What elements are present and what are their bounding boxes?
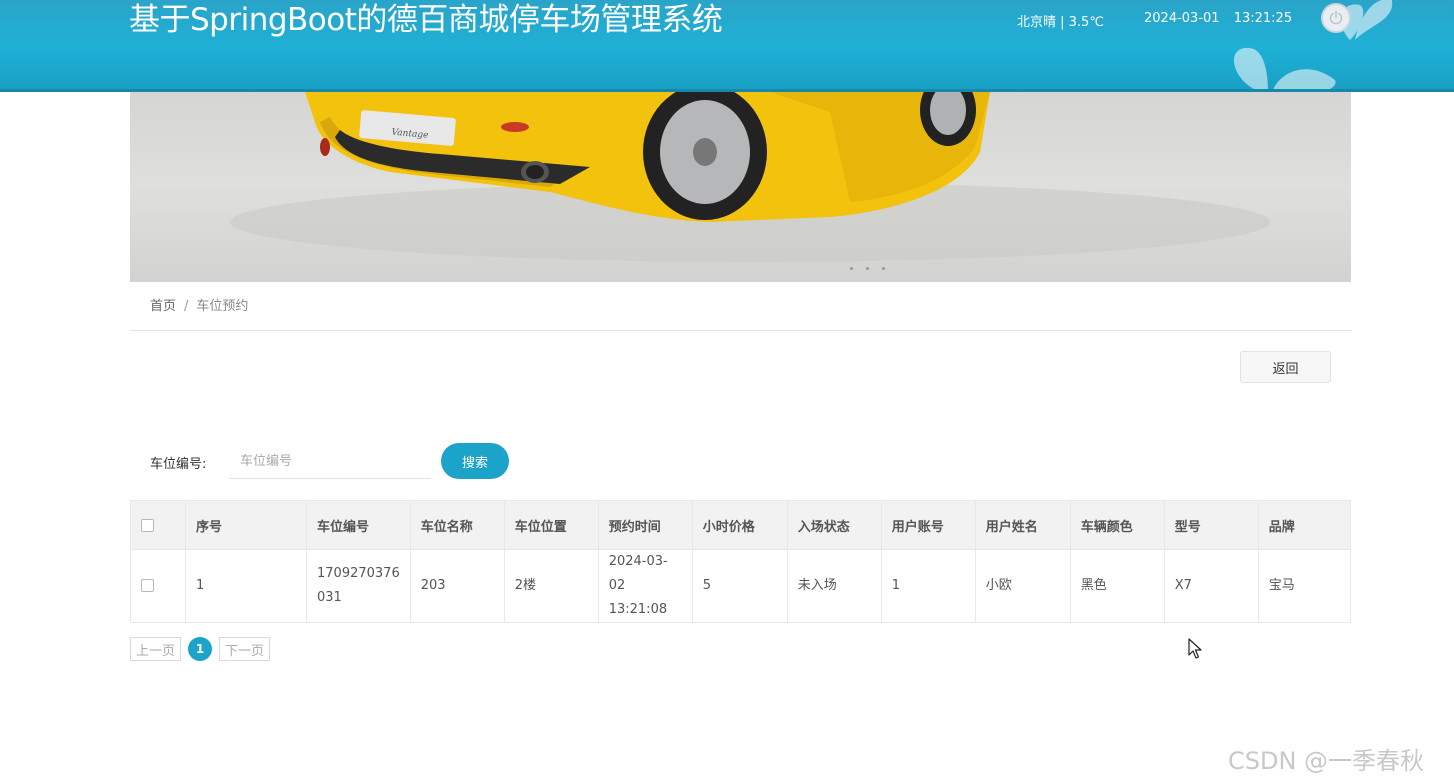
column-header: 品牌 bbox=[1257, 500, 1352, 550]
column-header: 车位位置 bbox=[503, 500, 599, 550]
carousel-dot[interactable] bbox=[866, 267, 869, 270]
space-code-line2: 031 bbox=[317, 590, 342, 605]
prev-page-button[interactable]: 上一页 bbox=[130, 637, 182, 661]
table-header-row: 序号 车位编号 车位名称 车位位置 预约时间 小时价格 入场状态 用户账号 用户… bbox=[130, 500, 1352, 550]
breadcrumb-current: 车位预约 bbox=[196, 299, 249, 314]
carousel-dot[interactable] bbox=[882, 267, 885, 270]
table-row[interactable]: 1 1709270376 031 203 2楼 2024-03-02 13:21:0… bbox=[130, 549, 1352, 623]
reservation-table: 序号 车位编号 车位名称 车位位置 预约时间 小时价格 入场状态 用户账号 用户… bbox=[130, 500, 1352, 623]
banner-carousel[interactable]: Vantage bbox=[130, 92, 1351, 282]
cell-vehicle-color: 黑色 bbox=[1069, 549, 1165, 623]
column-header: 序号 bbox=[185, 500, 307, 550]
carousel-indicators bbox=[850, 267, 885, 270]
column-header: 车位名称 bbox=[409, 500, 505, 550]
page-title: 基于SpringBoot的德百商城停车场管理系统 bbox=[129, 2, 723, 38]
column-header: 型号 bbox=[1163, 500, 1259, 550]
column-header: 车辆颜色 bbox=[1069, 500, 1165, 550]
cell-user-name: 小欧 bbox=[974, 549, 1071, 623]
cell-user-account: 1 bbox=[880, 549, 976, 623]
watermark: CSDN @一季春秋 bbox=[1228, 747, 1425, 775]
cell-space-location: 2楼 bbox=[503, 549, 599, 623]
cell-index: 1 bbox=[185, 549, 307, 623]
car-image: Vantage bbox=[230, 92, 1270, 262]
reserve-date: 2024-03-02 bbox=[608, 554, 668, 593]
logout-button[interactable] bbox=[1321, 3, 1351, 33]
breadcrumb: 首页 / 车位预约 bbox=[130, 295, 1352, 331]
cell-brand: 宝马 bbox=[1257, 549, 1352, 623]
date-text: 2024-03-01 bbox=[1144, 11, 1220, 26]
next-page-button[interactable]: 下一页 bbox=[219, 637, 271, 661]
breadcrumb-separator: / bbox=[184, 299, 189, 314]
search-label: 车位编号: bbox=[150, 457, 207, 472]
time-text: 13:21:25 bbox=[1233, 11, 1293, 26]
column-header: 用户账号 bbox=[880, 500, 976, 550]
column-header: 入场状态 bbox=[786, 500, 882, 550]
pagination: 上一页 1 下一页 bbox=[130, 637, 271, 661]
cell-space-code: 1709270376 031 bbox=[306, 549, 411, 623]
column-header: 预约时间 bbox=[597, 500, 693, 550]
search-button[interactable]: 搜索 bbox=[441, 443, 509, 479]
weather-info: 北京晴 | 3.5℃ bbox=[1017, 15, 1104, 30]
column-header: 车位编号 bbox=[306, 500, 411, 550]
column-header: 小时价格 bbox=[691, 500, 788, 550]
cell-model: X7 bbox=[1163, 549, 1259, 623]
butterfly-decoration bbox=[1234, 47, 1336, 89]
datetime: 2024-03-01 13:21:25 bbox=[1144, 11, 1292, 26]
breadcrumb-home[interactable]: 首页 bbox=[150, 299, 176, 314]
row-checkbox[interactable] bbox=[141, 579, 154, 592]
page-number-current[interactable]: 1 bbox=[188, 637, 213, 661]
column-header: 用户姓名 bbox=[974, 500, 1071, 550]
cell-entry-status: 未入场 bbox=[786, 549, 882, 623]
mouse-cursor-icon bbox=[1188, 638, 1202, 659]
back-button[interactable]: 返回 bbox=[1240, 351, 1331, 383]
top-header: 基于SpringBoot的德百商城停车场管理系统 北京晴 | 3.5℃ 2024… bbox=[0, 0, 1454, 92]
cell-hourly-price: 5 bbox=[691, 549, 788, 623]
select-all-checkbox[interactable] bbox=[141, 518, 154, 532]
space-code-line1: 1709270376 bbox=[317, 566, 400, 581]
search-input[interactable] bbox=[229, 445, 431, 479]
power-icon bbox=[1329, 10, 1343, 25]
cell-space-name: 203 bbox=[409, 549, 505, 623]
carousel-dot[interactable] bbox=[850, 267, 853, 270]
cell-reserve-time: 2024-03-02 13:21:08 bbox=[597, 549, 693, 623]
reserve-time: 13:21:08 bbox=[608, 602, 668, 617]
